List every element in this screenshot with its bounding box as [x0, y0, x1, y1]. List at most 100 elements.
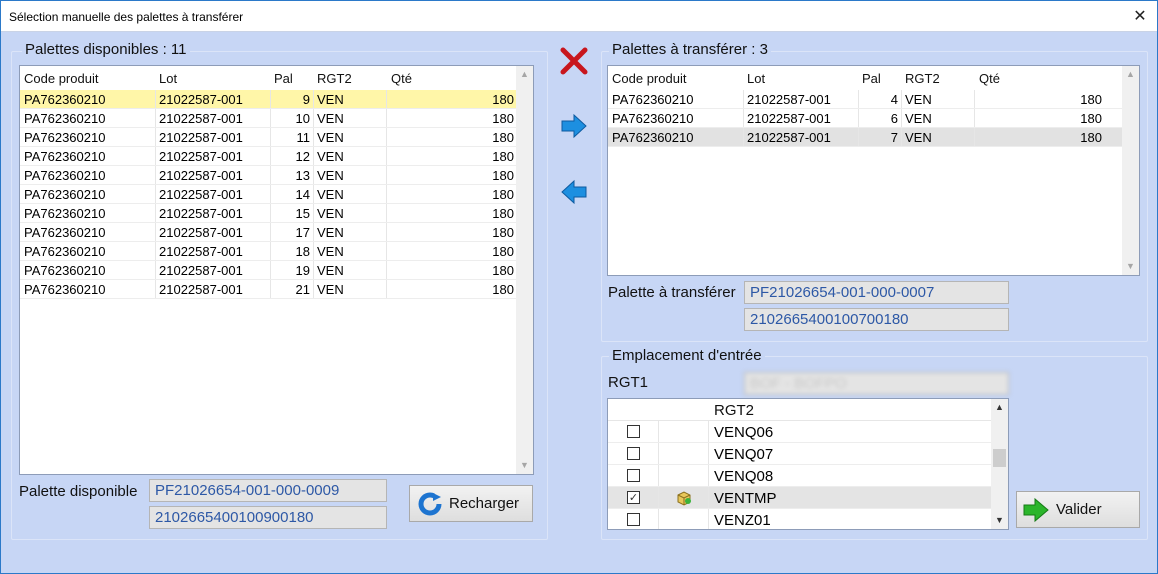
table-row[interactable]: PA762360210 21022587-001 18 VEN 180 [20, 242, 516, 261]
rgt2-list[interactable]: RGT2 VENQ06 VENQ07 VENQ08 ✓ VENTMP VENZ01 ▲ ▼ [607, 398, 1009, 530]
cell-rgt2: VEN [317, 225, 344, 240]
scroll-down-icon[interactable]: ▼ [1122, 258, 1139, 275]
rgt2-list-header: RGT2 [608, 399, 991, 421]
cell-rgt2: VEN [317, 187, 344, 202]
rgt1-field: BOF - BOFPO [744, 372, 1009, 395]
table-row[interactable]: PA762360210 21022587-001 6 VEN 180 [608, 109, 1122, 128]
list-item[interactable]: VENQ06 [608, 421, 991, 443]
column-divider [313, 204, 314, 223]
delete-button[interactable] [559, 46, 589, 76]
cell-qty: 180 [492, 130, 514, 145]
column-divider [313, 109, 314, 128]
move-to-available-button[interactable] [559, 177, 589, 207]
cell-code: PA762360210 [612, 111, 694, 126]
scroll-thumb[interactable] [993, 449, 1006, 467]
reload-button[interactable]: Recharger [409, 485, 533, 522]
cell-lot: 21022587-001 [159, 149, 243, 164]
table-row[interactable]: PA762360210 21022587-001 17 VEN 180 [20, 223, 516, 242]
table-row[interactable]: PA762360210 21022587-001 10 VEN 180 [20, 109, 516, 128]
list-item-label: VENQ07 [714, 446, 774, 463]
transfer-list-scrollbar[interactable]: ▲ ▼ [1122, 66, 1139, 275]
refresh-icon [418, 492, 442, 516]
entry-title: Emplacement d'entrée [609, 347, 765, 364]
close-button[interactable]: ✕ [1131, 7, 1149, 25]
list-item[interactable]: VENQ07 [608, 443, 991, 465]
scroll-up-icon[interactable]: ▲ [991, 399, 1008, 416]
available-pallet-id-field: PF21026654-001-000-0009 [149, 479, 387, 502]
rgt2-list-scrollbar[interactable]: ▲ ▼ [991, 399, 1008, 529]
table-row[interactable]: PA762360210 21022587-001 4 VEN 180 [608, 90, 1122, 109]
col-header-rgt2[interactable]: RGT2 [905, 71, 940, 86]
validate-label: Valider [1056, 501, 1102, 518]
column-divider [313, 223, 314, 242]
table-row[interactable]: PA762360210 21022587-001 12 VEN 180 [20, 147, 516, 166]
list-item-label: VENZ01 [714, 512, 771, 529]
col-header-code[interactable]: Code produit [24, 71, 98, 86]
column-divider [313, 185, 314, 204]
col-header-qty[interactable]: Qté [979, 71, 1000, 86]
checkbox[interactable] [627, 447, 640, 460]
available-list[interactable]: Code produit Lot Pal RGT2 Qté PA76236021… [19, 65, 534, 475]
cell-lot: 21022587-001 [159, 92, 243, 107]
col-header-pal[interactable]: Pal [274, 71, 293, 86]
column-divider [155, 280, 156, 299]
table-row[interactable]: PA762360210 21022587-001 13 VEN 180 [20, 166, 516, 185]
column-divider [708, 443, 709, 465]
table-row[interactable]: PA762360210 21022587-001 21 VEN 180 [20, 280, 516, 299]
cell-code: PA762360210 [24, 282, 106, 297]
col-header-qty[interactable]: Qté [391, 71, 412, 86]
table-row[interactable]: PA762360210 21022587-001 19 VEN 180 [20, 261, 516, 280]
col-header-pal[interactable]: Pal [862, 71, 881, 86]
rgt1-label: RGT1 [608, 374, 649, 391]
table-row[interactable]: PA762360210 21022587-001 15 VEN 180 [20, 204, 516, 223]
column-divider [901, 109, 902, 128]
list-item[interactable]: VENQ08 [608, 465, 991, 487]
scroll-down-icon[interactable]: ▼ [516, 457, 533, 474]
cell-rgt2: VEN [905, 130, 932, 145]
transfer-list[interactable]: Code produit Lot Pal RGT2 Qté PA76236021… [607, 65, 1140, 276]
cell-pal: 9 [302, 92, 310, 107]
table-row[interactable]: PA762360210 21022587-001 9 VEN 180 [20, 90, 516, 109]
cell-qty: 180 [492, 282, 514, 297]
cell-qty: 180 [1080, 130, 1102, 145]
scroll-up-icon[interactable]: ▲ [516, 66, 533, 83]
cell-pal: 19 [295, 263, 310, 278]
title-bar: Sélection manuelle des palettes à transf… [1, 1, 1157, 32]
column-divider [313, 128, 314, 147]
cell-pal: 21 [295, 282, 310, 297]
cell-lot: 21022587-001 [747, 92, 831, 107]
checkbox[interactable] [627, 425, 640, 438]
checkbox[interactable] [627, 469, 640, 482]
column-divider [743, 109, 744, 128]
col-header-rgt2[interactable]: RGT2 [317, 71, 352, 86]
move-to-transfer-button[interactable] [559, 111, 589, 141]
cell-lot: 21022587-001 [159, 111, 243, 126]
col-header-code[interactable]: Code produit [612, 71, 686, 86]
cell-code: PA762360210 [24, 130, 106, 145]
column-divider [743, 128, 744, 147]
col-header-lot[interactable]: Lot [159, 71, 177, 86]
scroll-up-icon[interactable]: ▲ [1122, 66, 1139, 83]
cell-code: PA762360210 [24, 149, 106, 164]
cell-lot: 21022587-001 [159, 206, 243, 221]
table-row[interactable]: PA762360210 21022587-001 7 VEN 180 [608, 128, 1122, 147]
table-row[interactable]: PA762360210 21022587-001 11 VEN 180 [20, 128, 516, 147]
scroll-down-icon[interactable]: ▼ [991, 512, 1008, 529]
list-item[interactable]: ✓ VENTMP [608, 487, 991, 509]
column-divider [901, 90, 902, 109]
cell-lot: 21022587-001 [159, 282, 243, 297]
checkbox[interactable]: ✓ [627, 491, 640, 504]
validate-button[interactable]: Valider [1016, 491, 1140, 528]
cell-qty: 180 [492, 263, 514, 278]
available-list-scrollbar[interactable]: ▲ ▼ [516, 66, 533, 474]
cell-rgt2: VEN [905, 111, 932, 126]
col-header-rgt2[interactable]: RGT2 [714, 402, 754, 419]
cell-qty: 180 [492, 149, 514, 164]
column-divider [155, 166, 156, 185]
cell-code: PA762360210 [24, 92, 106, 107]
list-item[interactable]: VENZ01 [608, 509, 991, 529]
col-header-lot[interactable]: Lot [747, 71, 765, 86]
table-row[interactable]: PA762360210 21022587-001 14 VEN 180 [20, 185, 516, 204]
checkbox[interactable] [627, 513, 640, 526]
transfer-title: Palettes à transférer : 3 [609, 41, 771, 58]
